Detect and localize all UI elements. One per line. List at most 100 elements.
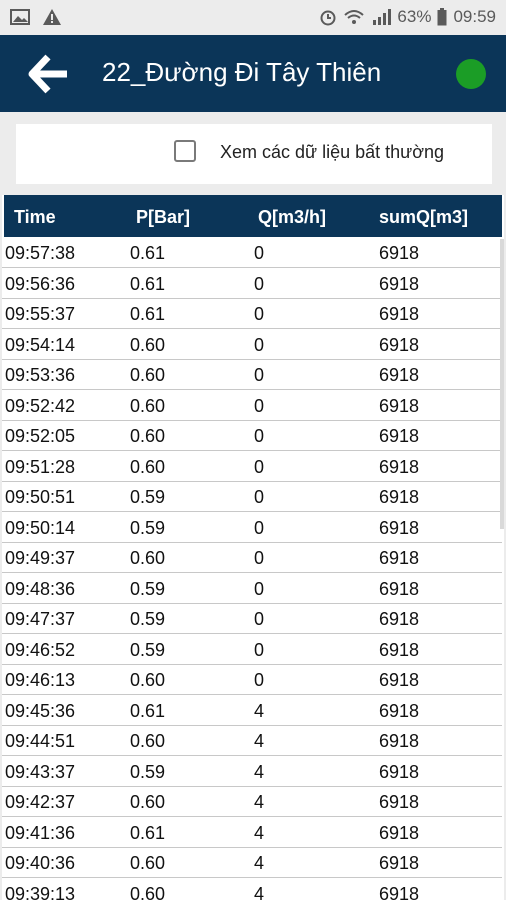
cell-sum-flow: 6918 (379, 670, 420, 690)
cell-time: 09:57:38 (5, 243, 76, 263)
alarm-icon (320, 10, 336, 26)
app-bar: 22_Đường Đi Tây Thiên (0, 35, 506, 112)
column-header-time: Time (14, 207, 56, 227)
table-row: 09:51:28 0.60 0 6918 (2, 452, 502, 482)
cell-time: 09:41:36 (5, 822, 76, 843)
cell-sum-flow: 6918 (379, 853, 420, 873)
table-row: 09:46:13 0.60 0 6918 (2, 666, 502, 695)
cell-time: 09:40:36 (5, 853, 76, 873)
cell-pressure: 0.60 (130, 731, 166, 751)
cell-pressure: 0.59 (130, 609, 166, 629)
cell-sum-flow: 6918 (379, 395, 420, 416)
table-row: 09:44:51 0.60 4 6918 (2, 727, 502, 756)
table-row: 09:55:37 0.61 0 6918 (2, 300, 502, 329)
cell-sum-flow: 6918 (379, 365, 420, 385)
cell-sum-flow: 6918 (379, 700, 420, 721)
back-arrow-icon[interactable] (26, 53, 70, 95)
cell-flow: 0 (254, 487, 265, 507)
cell-pressure: 0.60 (130, 548, 166, 568)
cell-time: 09:51:28 (5, 456, 76, 477)
cell-time: 09:47:37 (5, 609, 76, 629)
table-row: 09:46:52 0.59 0 6918 (2, 635, 502, 665)
cell-pressure: 0.61 (130, 304, 166, 324)
cell-flow: 4 (254, 883, 265, 900)
cell-flow: 0 (254, 334, 265, 355)
cell-time: 09:46:13 (5, 670, 76, 690)
cell-time: 09:48:36 (5, 578, 76, 599)
wifi-icon (344, 10, 365, 24)
cell-flow: 4 (254, 731, 265, 751)
table-row: 09:57:38 0.61 0 6918 (2, 239, 502, 268)
cell-time: 09:43:37 (5, 761, 76, 782)
cell-sum-flow: 6918 (379, 487, 420, 507)
cell-sum-flow: 6918 (379, 304, 420, 324)
cell-time: 09:54:14 (5, 334, 76, 355)
cell-sum-flow: 6918 (379, 822, 420, 843)
cell-sum-flow: 6918 (379, 609, 420, 629)
cell-time: 09:39:13 (5, 883, 76, 900)
battery-icon (437, 8, 447, 26)
cell-flow: 0 (254, 426, 265, 446)
cell-flow: 4 (254, 792, 265, 812)
cell-sum-flow: 6918 (379, 426, 420, 446)
cell-flow: 0 (254, 273, 265, 294)
cell-pressure: 0.60 (130, 883, 166, 900)
cell-pressure: 0.59 (130, 639, 166, 660)
cell-pressure: 0.60 (130, 670, 166, 690)
table-body: 09:57:38 0.61 0 6918 09:56:36 0.61 0 6918 09:55:… (2, 239, 502, 900)
cell-sum-flow: 6918 (379, 243, 420, 263)
cell-time: 09:50:51 (5, 487, 76, 507)
cell-sum-flow: 6918 (379, 273, 420, 294)
data-table[interactable]: Time P[Bar] Q[m3/h] sumQ[m3] 09:57:38 0.6… (2, 195, 504, 900)
warning-icon (43, 9, 61, 25)
cell-pressure: 0.61 (130, 243, 166, 263)
signal-icon (373, 9, 392, 25)
table-row: 09:52:42 0.60 0 6918 (2, 391, 502, 421)
cell-time: 09:46:52 (5, 639, 76, 660)
cell-pressure: 0.61 (130, 700, 166, 721)
column-header-flow: Q[m3/h] (258, 207, 327, 227)
cell-pressure: 0.60 (130, 426, 166, 446)
table-row: 09:48:36 0.59 0 6918 (2, 574, 502, 604)
cell-flow: 0 (254, 304, 265, 324)
table-row: 09:49:37 0.60 0 6918 (2, 544, 502, 573)
cell-pressure: 0.61 (130, 822, 166, 843)
cell-time: 09:50:14 (5, 517, 76, 538)
cell-time: 09:52:42 (5, 395, 76, 416)
cell-sum-flow: 6918 (379, 883, 420, 900)
page-title: 22_Đường Đi Tây Thiên (102, 57, 382, 87)
cell-sum-flow: 6918 (379, 334, 420, 355)
abnormal-data-checkbox[interactable] (174, 140, 196, 162)
scrollbar[interactable] (500, 239, 504, 529)
table-row: 09:40:36 0.60 4 6918 (2, 849, 502, 878)
cell-flow: 4 (254, 822, 265, 843)
cell-time: 09:55:37 (5, 304, 76, 324)
table-row: 09:54:14 0.60 0 6918 (2, 330, 502, 360)
cell-sum-flow: 6918 (379, 731, 420, 751)
abnormal-data-label[interactable]: Xem các dữ liệu bất thường (220, 142, 444, 163)
table-row: 09:39:13 0.60 4 6918 (2, 879, 502, 900)
cell-pressure: 0.60 (130, 365, 166, 385)
connection-status-indicator (456, 59, 486, 89)
table-header: Time P[Bar] Q[m3/h] sumQ[m3] (4, 195, 502, 237)
clock: 09:59 (453, 7, 496, 26)
image-icon (10, 9, 30, 25)
table-row: 09:43:37 0.59 4 6918 (2, 757, 502, 787)
cell-flow: 0 (254, 395, 265, 416)
cell-pressure: 0.59 (130, 487, 166, 507)
table-row: 09:56:36 0.61 0 6918 (2, 269, 502, 299)
cell-pressure: 0.60 (130, 792, 166, 812)
cell-flow: 4 (254, 761, 265, 782)
cell-flow: 0 (254, 670, 265, 690)
cell-pressure: 0.60 (130, 853, 166, 873)
cell-sum-flow: 6918 (379, 578, 420, 599)
cell-flow: 0 (254, 548, 265, 568)
cell-sum-flow: 6918 (379, 639, 420, 660)
table-row: 09:41:36 0.61 4 6918 (2, 818, 502, 848)
cell-time: 09:53:36 (5, 365, 76, 385)
cell-flow: 0 (254, 639, 265, 660)
cell-time: 09:42:37 (5, 792, 76, 812)
cell-flow: 0 (254, 609, 265, 629)
cell-flow: 0 (254, 243, 265, 263)
cell-sum-flow: 6918 (379, 517, 420, 538)
